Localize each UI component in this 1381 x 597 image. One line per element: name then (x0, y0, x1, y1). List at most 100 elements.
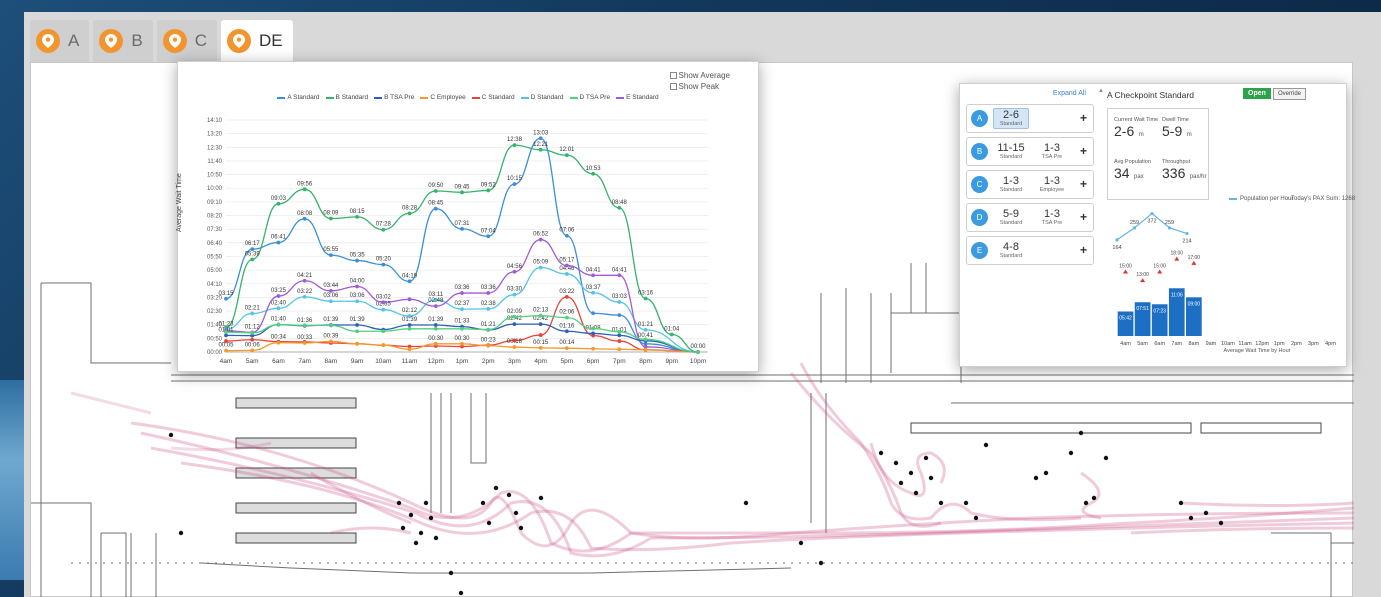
y-tick-label: 05:00 (207, 268, 223, 274)
data-point (591, 331, 596, 336)
data-point (564, 263, 569, 268)
tab-label: B (131, 31, 143, 50)
lane-wait-value: 11-15 (997, 142, 1025, 154)
data-point (276, 306, 281, 311)
data-label: 00:06 (245, 342, 261, 348)
data-label: 03:22 (559, 289, 575, 295)
data-label: 03:16 (638, 291, 654, 297)
checkpoint-row-b[interactable]: B 11-15 Standard 1-3 TSA Pre + (966, 137, 1094, 166)
data-point (328, 253, 333, 258)
expand-plus-icon[interactable]: + (1080, 177, 1087, 191)
expand-plus-icon[interactable]: + (1080, 144, 1087, 158)
floor-plan-canvas[interactable]: Show Average Show Peak A Standard B Stand… (30, 61, 1355, 597)
wait-time-chart-card: Show Average Show Peak A Standard B Stand… (176, 61, 759, 372)
data-point (486, 188, 491, 193)
data-point (224, 296, 228, 301)
data-point (512, 345, 517, 349)
data-point (591, 290, 596, 295)
data-label: 02:09 (507, 309, 523, 315)
map-pin-icon (99, 29, 124, 53)
y-tick-label: 10:50 (207, 173, 223, 179)
peak-label: 17:00 (1188, 255, 1201, 261)
peak-label: 15:00 (1153, 264, 1166, 270)
lane-type-label: TSA Pre (1041, 154, 1063, 160)
bar-x-label: 3pm (1308, 341, 1319, 347)
data-point (591, 171, 596, 176)
data-label: 07:31 (454, 221, 470, 227)
data-label: 03:37 (586, 285, 602, 291)
bar-x-label: 7am (1171, 341, 1182, 347)
data-point (486, 343, 491, 348)
data-point (460, 190, 464, 195)
x-tick-label: 8pm (639, 358, 652, 365)
lane-wait-cell[interactable]: 4-8 Standard (993, 241, 1029, 260)
y-tick-label: 07:30 (207, 227, 223, 233)
checkpoint-row-e[interactable]: E 4-8 Standard + (966, 236, 1094, 265)
data-label: 00:30 (454, 336, 470, 342)
data-point (460, 227, 464, 231)
data-point (302, 323, 307, 328)
data-point (433, 323, 438, 327)
data-point (355, 299, 360, 304)
lane-wait-cell[interactable]: 1-3 Employee (1034, 175, 1070, 194)
bar-x-label: 4am (1120, 341, 1131, 347)
data-label: 08:48 (612, 200, 628, 206)
data-point (669, 332, 674, 337)
lane-wait-cell[interactable]: 11-15 Standard (993, 142, 1029, 161)
map-pin-icon (226, 29, 251, 53)
checkpoint-row-d[interactable]: D 5-9 Standard 1-3 TSA Pre + (966, 203, 1094, 232)
data-point (302, 341, 307, 345)
data-label: 06:17 (245, 241, 261, 247)
tab-terminal-a[interactable]: A (30, 20, 90, 62)
data-label: 01:21 (481, 322, 497, 328)
lane-wait-cell[interactable]: 5-9 Standard (993, 208, 1029, 227)
lane-wait-cell[interactable]: 1-3 TSA Pre (1034, 208, 1070, 227)
lane-wait-value: 1-3 (1044, 208, 1060, 220)
bar-value-label: 11:06 (1171, 292, 1183, 298)
expand-plus-icon[interactable]: + (1080, 243, 1087, 257)
data-point (381, 300, 386, 305)
tab-terminal-de[interactable]: DE (220, 20, 293, 62)
peak-marker-icon (1157, 269, 1163, 274)
data-label: 00:15 (533, 340, 549, 346)
lane-wait-cell[interactable]: 1-3 TSA Pre (1034, 142, 1070, 161)
data-point (617, 313, 622, 318)
data-point (407, 347, 412, 352)
lane-wait-cell[interactable]: 1-3 Standard (993, 175, 1029, 194)
scroll-up-icon[interactable]: ▲ (1098, 88, 1104, 94)
data-point (381, 227, 386, 232)
expand-all-link[interactable]: Expand All (966, 90, 1094, 100)
lane-type-label: Standard (999, 187, 1023, 193)
data-label: 04:00 (350, 278, 366, 284)
checkpoint-row-c[interactable]: C 1-3 Standard 1-3 Employee + (966, 170, 1094, 199)
lane-type-label: TSA Pre (1041, 220, 1063, 226)
data-label: 04:41 (612, 267, 628, 273)
data-label: 03:22 (297, 289, 313, 295)
checkpoint-list-scrollbar[interactable]: ▲ (1098, 88, 1104, 360)
data-label: 05:35 (350, 253, 366, 259)
data-label: 05:20 (376, 257, 392, 263)
data-point (407, 323, 412, 327)
data-label: 01:04 (664, 327, 680, 333)
data-label: 01:39 (428, 317, 444, 323)
map-pin-icon (36, 29, 60, 53)
expand-plus-icon[interactable]: + (1080, 111, 1087, 125)
expand-plus-icon[interactable]: + (1080, 210, 1087, 224)
data-point (433, 304, 438, 309)
data-point (355, 214, 360, 219)
y-tick-label: 00:50 (207, 336, 223, 342)
lane-type-label: Employee (1039, 187, 1065, 193)
checkpoint-row-a[interactable]: A 2-6 Standard + (966, 104, 1094, 133)
data-point (460, 307, 464, 312)
data-point (538, 346, 543, 350)
data-point (564, 294, 569, 299)
tab-terminal-b[interactable]: B (93, 20, 153, 62)
lane-wait-cell[interactable]: 2-6 Standard (993, 108, 1029, 129)
peak-label: 13:00 (1136, 272, 1149, 278)
data-label: 01:21 (638, 322, 654, 328)
bar-x-label: 5am (1137, 341, 1148, 347)
tab-terminal-c[interactable]: C (156, 20, 217, 62)
population-value-label: 164 (1112, 245, 1121, 251)
y-tick-label: 13:20 (207, 132, 223, 138)
data-label: 03:06 (350, 293, 366, 299)
